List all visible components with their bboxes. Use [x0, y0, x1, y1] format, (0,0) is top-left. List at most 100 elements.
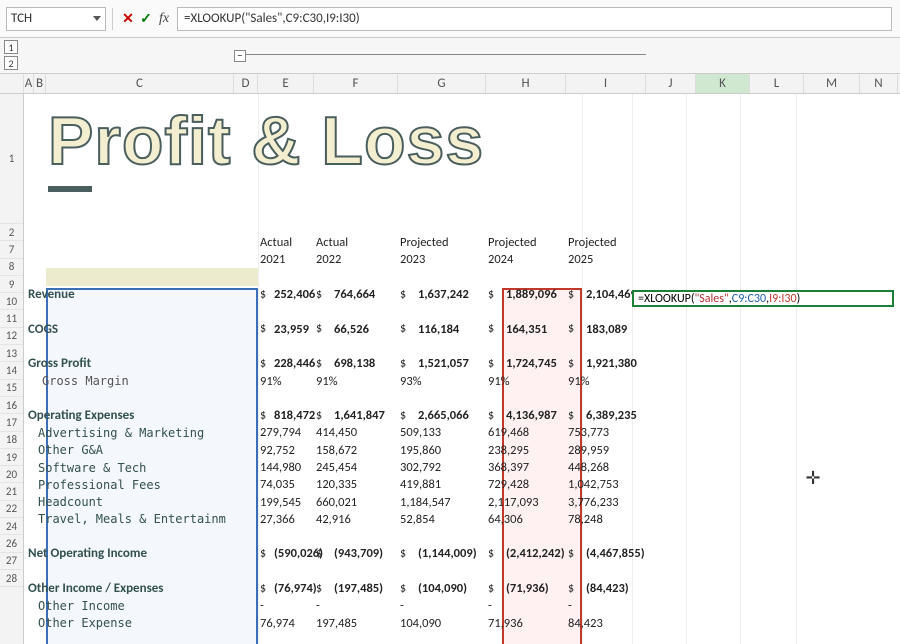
col-header-C[interactable]: C — [46, 74, 234, 93]
cell-value[interactable]: 1,641,847 — [334, 407, 400, 424]
cell-value[interactable]: 93% — [400, 372, 488, 389]
cell-value[interactable]: 729,428 — [488, 476, 568, 493]
cell-value[interactable]: 289,959 — [568, 442, 648, 459]
cell-value[interactable]: 74,035 — [260, 476, 316, 493]
col-header-I[interactable]: I — [566, 74, 646, 93]
grid-body[interactable]: Profit & Loss Actual Actual Projected Pr… — [24, 94, 900, 644]
cell-value[interactable]: 3,776,233 — [568, 493, 648, 510]
cell-value[interactable]: 92,752 — [260, 442, 316, 459]
cell-value[interactable]: 195,860 — [400, 442, 488, 459]
cell-value[interactable]: 448,268 — [568, 459, 648, 476]
cell-value[interactable]: - — [488, 597, 568, 614]
accept-formula-button[interactable]: ✓ — [137, 10, 155, 28]
cell-value[interactable]: - — [316, 597, 400, 614]
col-header-E[interactable]: E — [258, 74, 314, 93]
row-header-17[interactable]: 17 — [0, 414, 23, 431]
cell-value[interactable]: 245,454 — [316, 459, 400, 476]
cell-value[interactable]: 414,450 — [316, 424, 400, 441]
row-header-11[interactable]: 11 — [0, 310, 23, 327]
cell-value[interactable]: (197,485) — [334, 580, 400, 597]
cell-value[interactable]: 91% — [260, 372, 316, 389]
cell-value[interactable]: 158,672 — [316, 442, 400, 459]
cell-value[interactable]: 1,184,547 — [400, 493, 488, 510]
row-header-2[interactable]: 2 — [0, 224, 23, 241]
col-header-D[interactable]: D — [234, 74, 258, 93]
cell-value[interactable]: 42,916 — [316, 511, 400, 528]
cell-value[interactable]: 71,936 — [488, 615, 568, 632]
cell-value[interactable]: 238,295 — [488, 442, 568, 459]
col-header-K[interactable]: K — [696, 74, 750, 93]
row-header-8[interactable]: 8 — [0, 259, 23, 276]
cell-value[interactable]: 91% — [488, 372, 568, 389]
cell-value[interactable]: (2,412,242) — [506, 545, 568, 562]
cell-value[interactable]: 419,881 — [400, 476, 488, 493]
row-header-26[interactable]: 26 — [0, 535, 23, 552]
fx-button[interactable]: fx — [155, 10, 173, 28]
col-header-N[interactable]: N — [860, 74, 898, 93]
cell-value[interactable]: 64,306 — [488, 511, 568, 528]
cell-value[interactable]: 302,792 — [400, 459, 488, 476]
cell-value[interactable]: (104,090) — [418, 580, 488, 597]
row-header-19[interactable]: 19 — [0, 449, 23, 466]
row-header-27[interactable]: 27 — [0, 553, 23, 570]
cell-value[interactable]: 1,637,242 — [418, 286, 488, 303]
cell-value[interactable]: 197,485 — [316, 615, 400, 632]
col-header-J[interactable]: J — [646, 74, 696, 93]
cell-value[interactable]: 104,090 — [400, 615, 488, 632]
cell-value[interactable]: 116,184 — [418, 320, 488, 337]
cell-value[interactable]: 619,468 — [488, 424, 568, 441]
name-box-dropdown-icon[interactable] — [93, 16, 101, 21]
cell-value[interactable]: (1,144,009) — [418, 545, 488, 562]
row-header-18[interactable]: 18 — [0, 432, 23, 449]
cell-value[interactable]: 23,959 — [274, 320, 316, 337]
col-header-L[interactable]: L — [750, 74, 804, 93]
row-header-14[interactable]: 14 — [0, 362, 23, 379]
cell-value[interactable]: (943,709) — [334, 545, 400, 562]
cell-value[interactable]: 1,521,057 — [418, 355, 488, 372]
cell-value[interactable]: 764,664 — [334, 286, 400, 303]
cell-value[interactable]: - — [400, 597, 488, 614]
cell-value[interactable]: 183,089 — [586, 320, 648, 337]
row-header-24[interactable]: 24 — [0, 518, 23, 535]
cell-value[interactable]: 91% — [316, 372, 400, 389]
cell-value[interactable]: (4,467,855) — [586, 545, 648, 562]
cell-value[interactable]: (84,423) — [586, 580, 648, 597]
col-header-A[interactable]: A — [24, 74, 34, 93]
row-header-28[interactable]: 28 — [0, 570, 23, 587]
formula-input[interactable]: =XLOOKUP("Sales",C9:C30,I9:I30) — [177, 7, 892, 31]
row-header-13[interactable]: 13 — [0, 345, 23, 362]
cell-value[interactable]: - — [568, 597, 648, 614]
cell-value[interactable]: 660,021 — [316, 493, 400, 510]
outline-level-1[interactable]: 1 — [4, 40, 18, 54]
cell-value[interactable]: 252,406 — [274, 286, 316, 303]
col-header-H[interactable]: H — [486, 74, 566, 93]
col-header-F[interactable]: F — [314, 74, 398, 93]
cell-value[interactable]: 144,980 — [260, 459, 316, 476]
cell-value[interactable]: 818,472 — [274, 407, 316, 424]
cell-value[interactable]: 120,335 — [316, 476, 400, 493]
cell-value[interactable]: (76,974) — [274, 580, 316, 597]
cell-value[interactable]: 2,665,066 — [418, 407, 488, 424]
cell-value[interactable]: 66,526 — [334, 320, 400, 337]
cell-value[interactable]: 6,389,235 — [586, 407, 648, 424]
cell-value[interactable]: 1,921,380 — [586, 355, 648, 372]
cell-value[interactable]: 698,138 — [334, 355, 400, 372]
cell-value[interactable]: (71,936) — [506, 580, 568, 597]
cell-value[interactable]: 1,724,745 — [506, 355, 568, 372]
cell-value[interactable]: 368,397 — [488, 459, 568, 476]
cell-value[interactable]: 509,133 — [400, 424, 488, 441]
cell-value[interactable]: 78,248 — [568, 511, 648, 528]
cell-value[interactable]: - — [260, 597, 316, 614]
row-header-1[interactable]: 1 — [0, 94, 23, 224]
cell-value[interactable]: (590,026) — [274, 545, 316, 562]
name-box[interactable]: TCH — [6, 7, 106, 31]
row-header-15[interactable]: 15 — [0, 380, 23, 397]
cell-value[interactable]: 1,042,753 — [568, 476, 648, 493]
cell-value[interactable]: 84,423 — [568, 615, 648, 632]
outline-collapse-button[interactable]: − — [234, 50, 246, 62]
cell-value[interactable]: 164,351 — [506, 320, 568, 337]
row-header-20[interactable]: 20 — [0, 466, 23, 483]
cell-value[interactable]: 279,794 — [260, 424, 316, 441]
outline-level-2[interactable]: 2 — [4, 56, 18, 70]
cell-value[interactable]: 27,366 — [260, 511, 316, 528]
